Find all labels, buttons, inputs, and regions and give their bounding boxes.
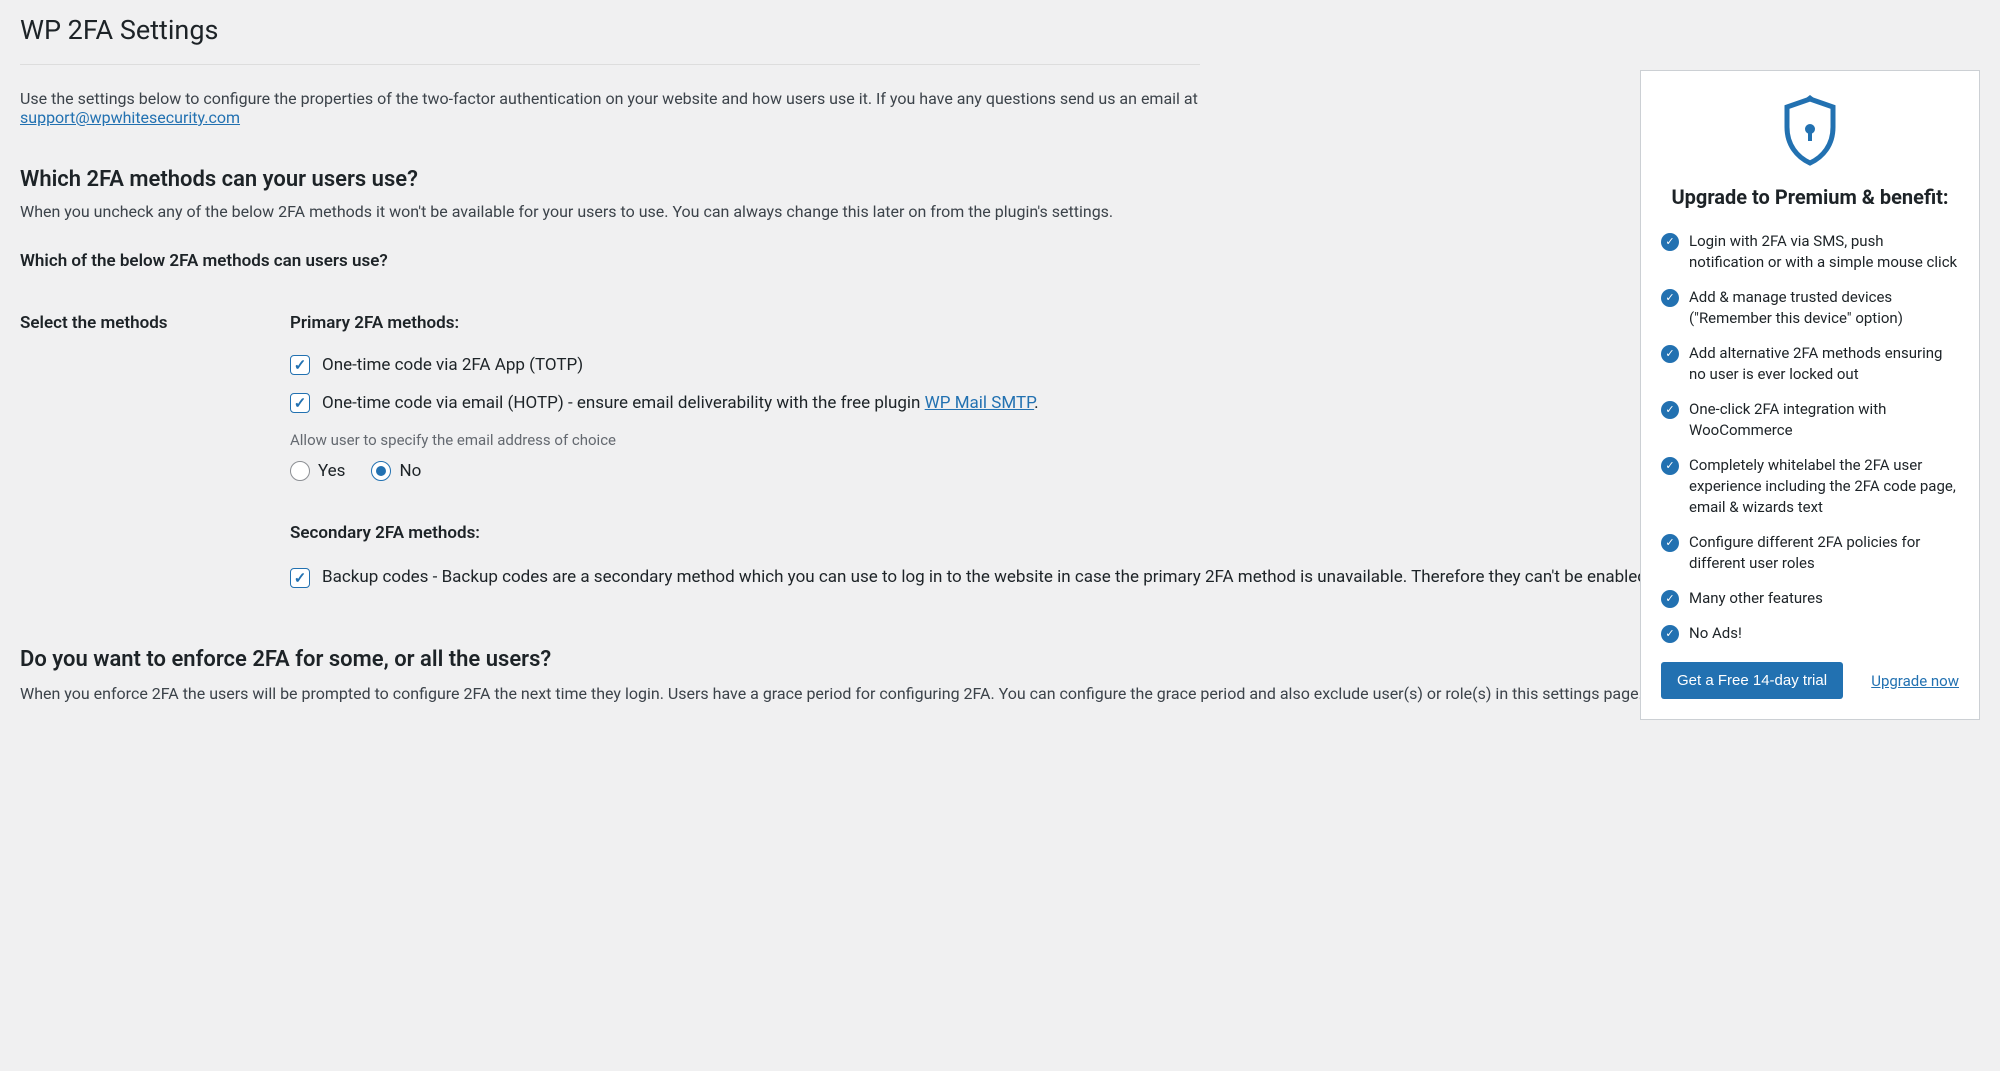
- check-circle-icon: ✓: [1661, 289, 1679, 307]
- upgrade-sidebar: Upgrade to Premium & benefit: ✓ Login wit…: [1640, 70, 1980, 720]
- check-circle-icon: ✓: [1661, 345, 1679, 363]
- benefit-text: No Ads!: [1689, 623, 1742, 644]
- support-email-link[interactable]: support@wpwhitesecurity.com: [20, 108, 240, 127]
- benefit-item: ✓ Add & manage trusted devices ("Remember…: [1661, 287, 1959, 329]
- benefit-item: ✓ Login with 2FA via SMS, push notificati…: [1661, 231, 1959, 273]
- check-circle-icon: ✓: [1661, 590, 1679, 608]
- benefit-text: One-click 2FA integration with WooCommer…: [1689, 399, 1959, 441]
- benefit-text: Configure different 2FA policies for dif…: [1689, 532, 1959, 574]
- check-circle-icon: ✓: [1661, 401, 1679, 419]
- radio-yes[interactable]: [290, 461, 310, 481]
- upgrade-now-link[interactable]: Upgrade now: [1871, 672, 1959, 690]
- wp-mail-smtp-link[interactable]: WP Mail SMTP: [925, 393, 1034, 413]
- benefit-item: ✓ No Ads!: [1661, 623, 1959, 644]
- radio-no[interactable]: [371, 461, 391, 481]
- free-trial-button[interactable]: Get a Free 14-day trial: [1661, 662, 1843, 699]
- benefit-text: Add & manage trusted devices ("Remember …: [1689, 287, 1959, 329]
- checkbox-hotp-suffix: .: [1034, 393, 1038, 413]
- benefit-item: ✓ Add alternative 2FA methods ensuring no…: [1661, 343, 1959, 385]
- checkbox-totp[interactable]: [290, 355, 310, 375]
- benefit-item: ✓ One-click 2FA integration with WooComme…: [1661, 399, 1959, 441]
- intro-text-body: Use the settings below to configure the …: [20, 89, 1198, 108]
- enforce-desc-text: When you enforce 2FA the users will be p…: [20, 684, 1647, 703]
- page-title: WP 2FA Settings: [20, 0, 1200, 65]
- checkbox-hotp-label: One-time code via email (HOTP) - ensure …: [322, 393, 1039, 413]
- benefit-text: Completely whitelabel the 2FA user exper…: [1689, 455, 1959, 518]
- benefit-item: ✓ Completely whitelabel the 2FA user expe…: [1661, 455, 1959, 518]
- check-circle-icon: ✓: [1661, 625, 1679, 643]
- checkbox-totp-label: One-time code via 2FA App (TOTP): [322, 355, 583, 375]
- benefit-text: Many other features: [1689, 588, 1823, 609]
- checkbox-backup-codes[interactable]: [290, 568, 310, 588]
- intro-text: Use the settings below to configure the …: [20, 65, 1200, 127]
- benefit-item: ✓ Many other features: [1661, 588, 1959, 609]
- checkbox-hotp-prefix: One-time code via email (HOTP) - ensure …: [322, 393, 925, 413]
- radio-no-label: No: [399, 461, 421, 481]
- check-circle-icon: ✓: [1661, 233, 1679, 251]
- sidebar-title: Upgrade to Premium & benefit:: [1661, 185, 1959, 209]
- benefit-item: ✓ Configure different 2FA policies for di…: [1661, 532, 1959, 574]
- benefit-text: Login with 2FA via SMS, push notificatio…: [1689, 231, 1959, 273]
- checkbox-hotp[interactable]: [290, 393, 310, 413]
- select-methods-label: Select the methods: [20, 313, 290, 609]
- check-circle-icon: ✓: [1661, 534, 1679, 552]
- shield-lock-icon: [1661, 95, 1959, 171]
- radio-yes-label: Yes: [318, 461, 345, 481]
- benefit-text: Add alternative 2FA methods ensuring no …: [1689, 343, 1959, 385]
- check-circle-icon: ✓: [1661, 457, 1679, 475]
